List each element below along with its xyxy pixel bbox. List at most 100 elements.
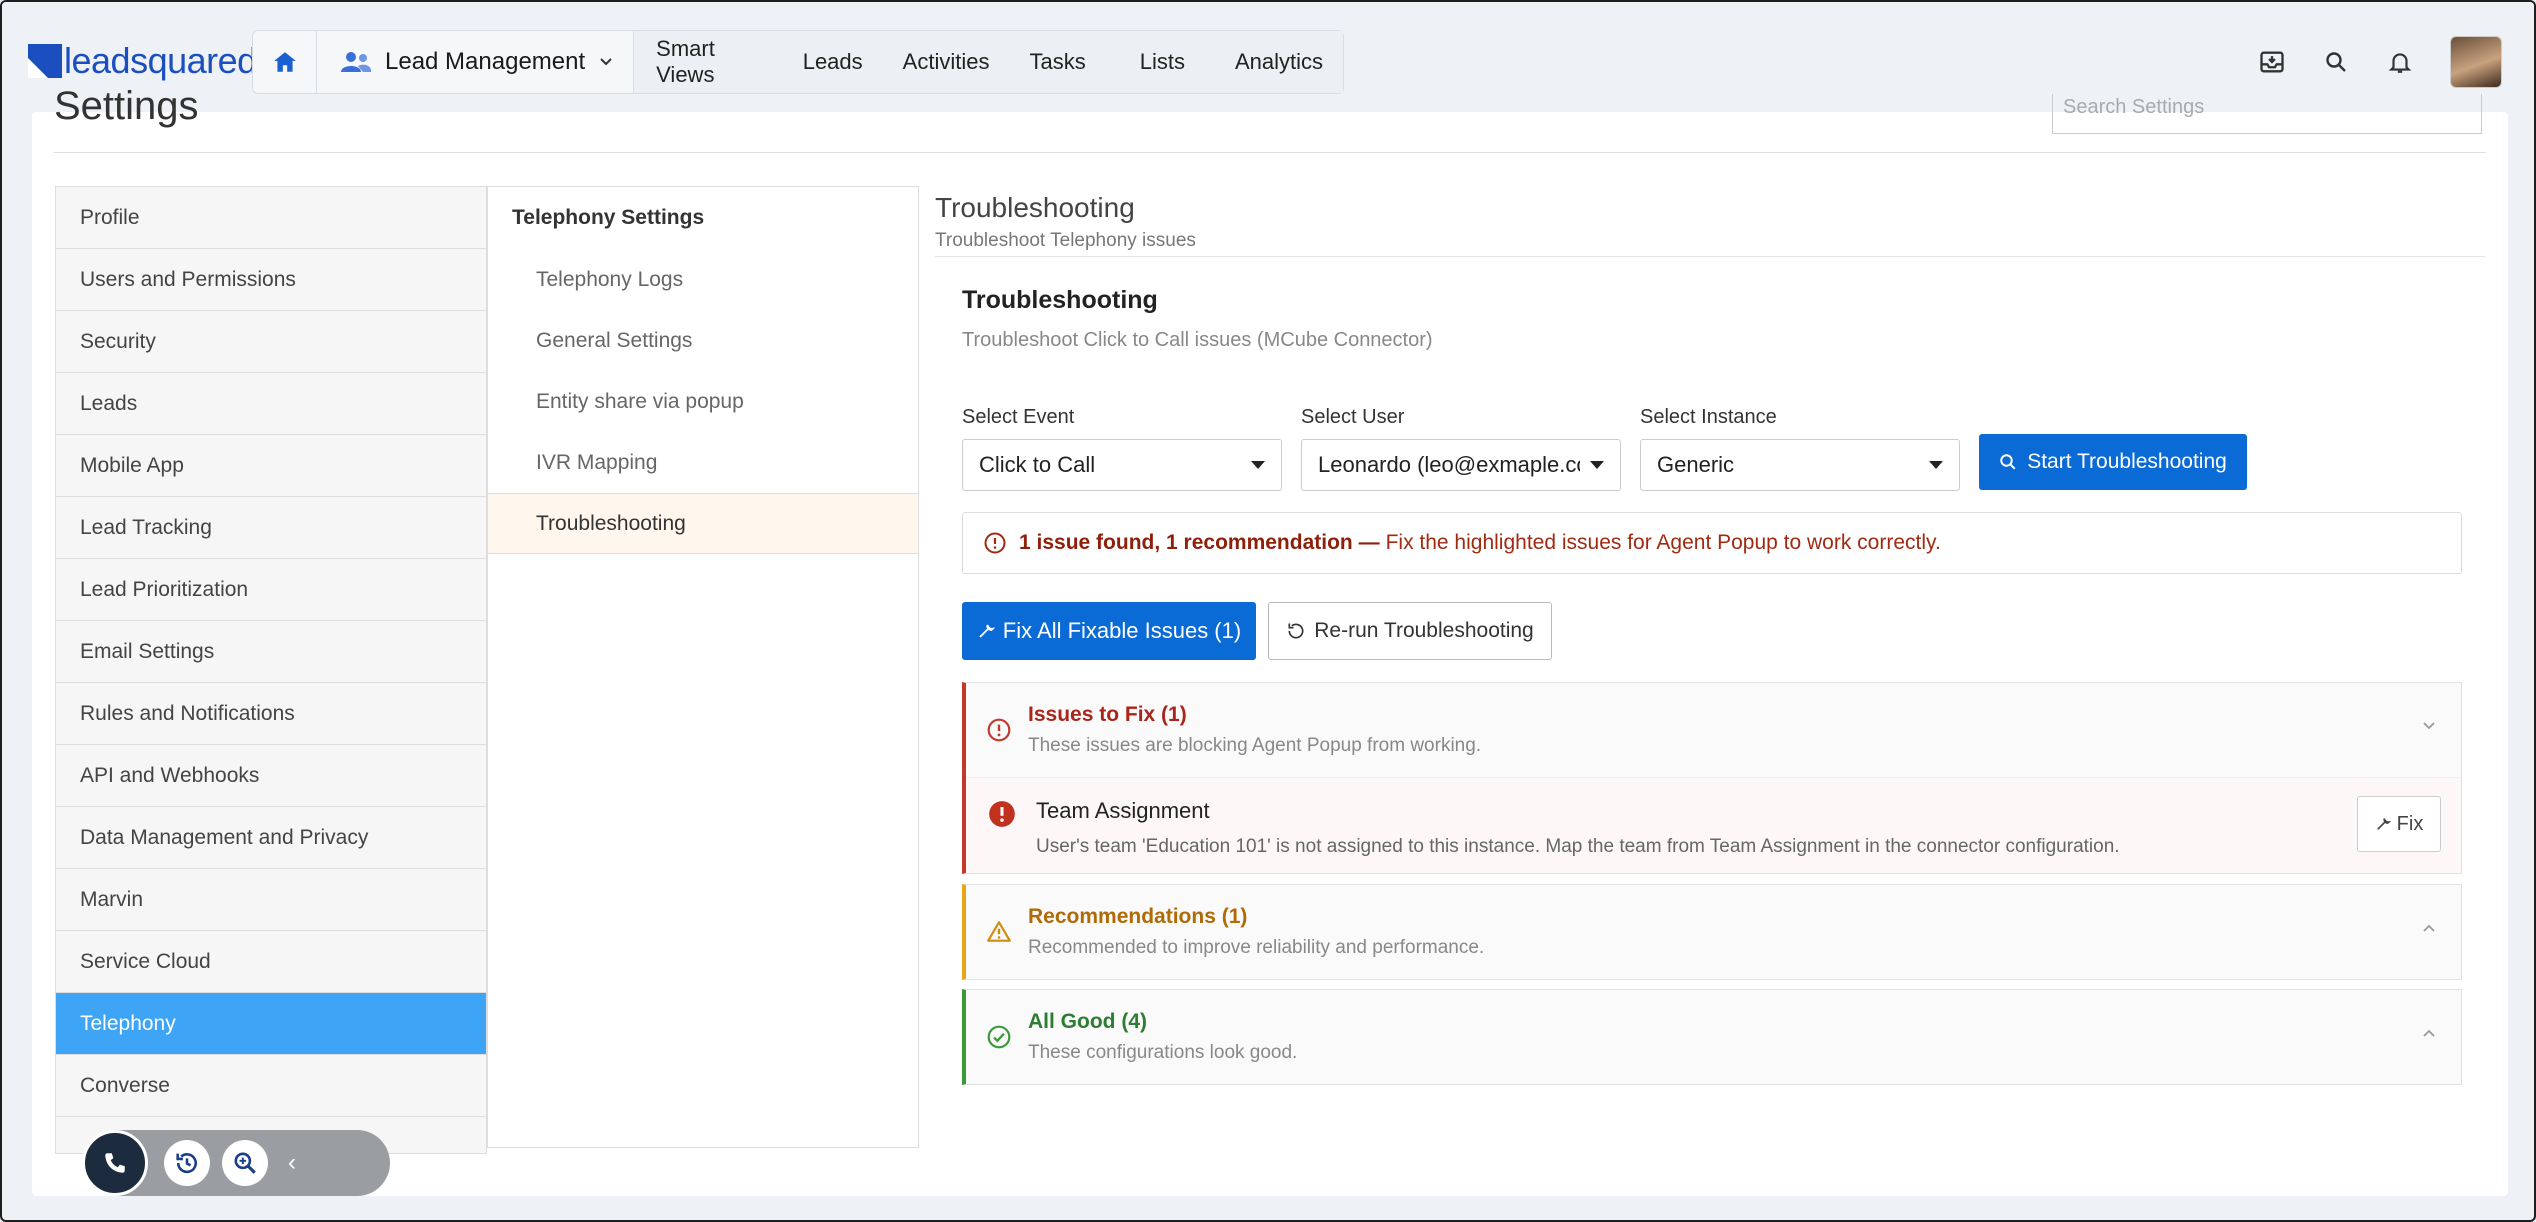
history-icon: [176, 1153, 197, 1174]
alert-circle-icon: [984, 532, 1006, 554]
alert-circle-icon: [987, 718, 1011, 742]
submenu-header: Telephony Settings: [512, 206, 705, 229]
sidebar-item-users-and-permissions[interactable]: Users and Permissions: [56, 249, 486, 311]
sidebar-item-security[interactable]: Security: [56, 311, 486, 373]
nav-tab-activities[interactable]: Activities: [883, 49, 1010, 75]
issue-description: User's team 'Education 101' is not assig…: [1036, 836, 2120, 857]
sidebar-item-email-settings[interactable]: Email Settings: [56, 621, 486, 683]
sidebar-item-rules-and-notifications[interactable]: Rules and Notifications: [56, 683, 486, 745]
rerun-button[interactable]: Re-run Troubleshooting: [1268, 602, 1552, 660]
chevron-down-icon: [600, 58, 612, 66]
select-instance-label: Select Instance: [1640, 406, 1777, 428]
leadsquared-logo[interactable]: leadsquared: [28, 40, 257, 82]
call-button[interactable]: [82, 1130, 148, 1196]
submenu-item-entity-share[interactable]: Entity share via popup: [488, 371, 918, 432]
sidebar-item-mobile-app[interactable]: Mobile App: [56, 435, 486, 497]
rerun-label: Re-run Troubleshooting: [1314, 619, 1534, 642]
select-user-field: Select User Leonardo (leo@exmaple.com): [1301, 406, 1621, 491]
inbox-button[interactable]: [2252, 42, 2292, 82]
logo-text: leadsquared: [64, 40, 257, 81]
all-good-group-header[interactable]: All Good (4) These configurations look g…: [966, 990, 2461, 1084]
divider: [54, 152, 2486, 153]
select-user-value: Leonardo (leo@exmaple.com): [1318, 452, 1580, 477]
nav-tab-tasks[interactable]: Tasks: [1009, 49, 1119, 75]
card-subtitle: Troubleshoot Click to Call issues (MCube…: [962, 329, 1433, 351]
sidebar-item-api-and-webhooks[interactable]: API and Webhooks: [56, 745, 486, 807]
caret-down-icon: [1929, 461, 1943, 469]
submenu-item-telephony-logs[interactable]: Telephony Logs: [488, 249, 918, 310]
nav-tab-smart-views[interactable]: Smart Views: [634, 36, 783, 88]
nav-tab-leads[interactable]: Leads: [783, 49, 883, 75]
issues-group-title: Issues to Fix (1): [1028, 703, 1187, 726]
submenu-item-general-settings[interactable]: General Settings: [488, 310, 918, 371]
phone-icon: [105, 1153, 125, 1173]
divider: [935, 256, 2485, 257]
nav-tab-analytics[interactable]: Analytics: [1215, 49, 1343, 75]
bell-icon: [2388, 53, 2412, 73]
results-alert: 1 issue found, 1 recommendation — Fix th…: [962, 512, 2462, 574]
sidebar-item-lead-tracking[interactable]: Lead Tracking: [56, 497, 486, 559]
recommendations-group-title: Recommendations (1): [1028, 905, 1248, 928]
logo-mark-icon: [28, 44, 62, 78]
collapse-chevron-icon[interactable]: ‹: [288, 1149, 296, 1177]
section-subtitle: Troubleshoot Telephony issues: [935, 230, 1196, 251]
nav-tab-lists[interactable]: Lists: [1120, 49, 1215, 75]
check-circle-icon: [987, 1025, 1011, 1049]
zoom-search-icon: [234, 1152, 256, 1174]
troubleshooting-card: Troubleshooting Troubleshoot Click to Ca…: [962, 286, 2462, 1085]
sidebar-item-lead-prioritization[interactable]: Lead Prioritization: [56, 559, 486, 621]
fix-all-button[interactable]: Fix All Fixable Issues (1): [962, 602, 1256, 660]
issues-group-header[interactable]: Issues to Fix (1) These issues are block…: [966, 683, 2461, 777]
select-user-dropdown[interactable]: Leonardo (leo@exmaple.com): [1301, 439, 1621, 491]
select-event-field: Select Event Click to Call: [962, 406, 1282, 491]
select-instance-dropdown[interactable]: Generic: [1640, 439, 1960, 491]
card-title: Troubleshooting: [962, 286, 1158, 314]
wrench-icon: [2376, 818, 2391, 830]
nav-tabs: Smart Views Leads Activities Tasks Lists…: [634, 31, 1343, 93]
user-avatar[interactable]: [2450, 36, 2502, 88]
home-icon: [273, 52, 296, 72]
alert-text: Fix the highlighted issues for Agent Pop…: [1385, 531, 1941, 554]
select-user-label: Select User: [1301, 406, 1405, 428]
submenu-item-troubleshooting[interactable]: Troubleshooting: [488, 493, 918, 554]
recommendations-group-header[interactable]: Recommendations (1) Recommended to impro…: [966, 885, 2461, 979]
call-history-button[interactable]: [164, 1140, 210, 1186]
alert-summary: 1 issue found, 1 recommendation —: [1019, 531, 1380, 554]
wrench-icon: [979, 624, 995, 638]
fix-issue-button[interactable]: Fix: [2357, 796, 2441, 852]
recommendations-group: Recommendations (1) Recommended to impro…: [962, 884, 2462, 980]
notifications-button[interactable]: [2380, 42, 2420, 82]
main-nav-group: Lead Management Smart Views Leads Activi…: [252, 30, 1344, 94]
search-button[interactable]: [2316, 42, 2356, 82]
sidebar-item-data-management[interactable]: Data Management and Privacy: [56, 807, 486, 869]
sidebar-item-leads[interactable]: Leads: [56, 373, 486, 435]
caret-down-icon: [1251, 461, 1265, 469]
home-button[interactable]: [253, 31, 317, 93]
app-window: leadsquared Lead Management Smart Views …: [0, 0, 2536, 1222]
sidebar-item-service-cloud[interactable]: Service Cloud: [56, 931, 486, 993]
sidebar-item-marvin[interactable]: Marvin: [56, 869, 486, 931]
page-title: Settings: [54, 84, 199, 128]
submenu-item-ivr-mapping[interactable]: IVR Mapping: [488, 432, 918, 493]
issues-group: Issues to Fix (1) These issues are block…: [962, 682, 2462, 874]
sidebar-item-telephony[interactable]: Telephony: [56, 993, 486, 1055]
start-troubleshooting-button[interactable]: Start Troubleshooting: [1979, 434, 2247, 490]
users-icon: [341, 52, 372, 72]
header-actions: [2228, 36, 2534, 88]
refresh-icon: [1288, 623, 1304, 639]
sidebar-item-profile[interactable]: Profile: [56, 187, 486, 249]
error-filled-icon: [989, 801, 1015, 827]
telephony-dock: ‹: [82, 1130, 390, 1196]
troubleshooting-main: Troubleshooting Troubleshoot Telephony i…: [935, 186, 2485, 1085]
select-event-dropdown[interactable]: Click to Call: [962, 439, 1282, 491]
search-icon: [2000, 454, 2016, 470]
app-switcher-dropdown[interactable]: Lead Management: [317, 31, 635, 93]
settings-search-input[interactable]: Search Settings: [2052, 94, 2482, 134]
app-switcher-label: Lead Management: [385, 48, 586, 75]
warning-icon: [987, 921, 1011, 942]
telephony-submenu: Telephony Settings Telephony Logs Genera…: [487, 186, 919, 1148]
fix-issue-label: Fix: [2396, 812, 2424, 835]
lead-search-button[interactable]: [222, 1140, 268, 1186]
sidebar-item-converse[interactable]: Converse: [56, 1055, 486, 1117]
inbox-icon: [2260, 51, 2284, 73]
